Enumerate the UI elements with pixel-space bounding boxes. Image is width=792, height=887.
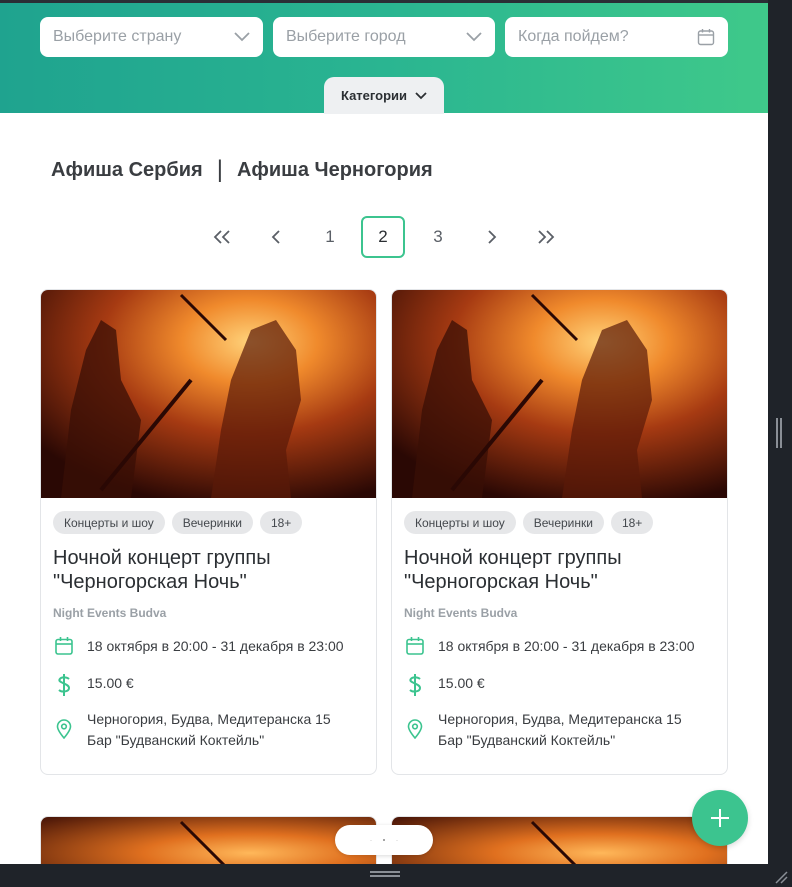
- event-address: Черногория, Будва, Медитеранска 15: [438, 711, 682, 727]
- chevron-down-icon: [466, 32, 482, 42]
- tag-concerts[interactable]: Концерты и шоу: [53, 511, 165, 534]
- page-viewport: Выберите страну Выберите город Когда пой…: [0, 0, 768, 864]
- event-price-text: 15.00 €: [438, 675, 485, 691]
- dollar-icon: [58, 674, 71, 696]
- date-picker-placeholder: Когда пойдем?: [518, 28, 629, 45]
- date-picker[interactable]: Когда пойдем?: [505, 17, 728, 57]
- prev-page-button[interactable]: [254, 216, 298, 258]
- afisha-separator: |: [216, 156, 223, 183]
- scroll-indicator-pill[interactable]: [335, 825, 433, 855]
- afisha-links: Афиша Сербия | Афиша Черногория: [51, 156, 433, 184]
- afisha-serbia-link[interactable]: Афиша Сербия: [51, 159, 203, 182]
- chevron-left-icon: [271, 230, 280, 244]
- event-price: 15.00 €: [53, 673, 134, 697]
- vertical-resize-handle[interactable]: [776, 418, 782, 448]
- resize-corner-icon[interactable]: [774, 870, 788, 884]
- page-2-button-current[interactable]: 2: [361, 216, 405, 258]
- city-select-placeholder: Выберите город: [286, 28, 406, 45]
- tag-parties[interactable]: Вечеринки: [171, 511, 253, 534]
- chevron-down-icon: [234, 32, 250, 42]
- event-dates: 18 октября в 20:00 - 31 декабря в 23:00: [53, 636, 344, 657]
- tag-age[interactable]: 18+: [610, 511, 654, 534]
- concert-photo: [392, 817, 727, 864]
- double-chevron-right-icon: [538, 230, 555, 244]
- calendar-icon: [55, 637, 73, 655]
- page-1-button[interactable]: 1: [308, 216, 352, 258]
- event-card-partial[interactable]: [391, 816, 728, 864]
- event-card[interactable]: Концерты и шоу Вечеринки 18+ Ночной конц…: [40, 289, 377, 775]
- location-pin-icon: [56, 719, 72, 739]
- categories-label: Категории: [340, 88, 408, 103]
- tag-concerts[interactable]: Концерты и шоу: [404, 511, 516, 534]
- concert-photo: [392, 290, 727, 498]
- event-tags: Концерты и шоу Вечеринки 18+: [404, 511, 654, 534]
- event-title[interactable]: Ночной концерт группы "Черногорская Ночь…: [404, 546, 714, 594]
- afisha-montenegro-link[interactable]: Афиша Черногория: [237, 159, 433, 182]
- categories-toggle[interactable]: Категории: [324, 77, 444, 114]
- event-venue: Бар "Будванский Коктейль": [87, 732, 265, 748]
- country-select[interactable]: Выберите страну: [40, 17, 263, 57]
- page-3-button[interactable]: 3: [416, 216, 460, 258]
- event-location: Черногория, Будва, Медитеранска 15 Бар "…: [53, 709, 331, 751]
- first-page-button[interactable]: [200, 216, 244, 258]
- filter-header: Выберите страну Выберите город Когда пой…: [0, 3, 768, 114]
- last-page-button[interactable]: [524, 216, 568, 258]
- event-venue: Бар "Будванский Коктейль": [438, 732, 616, 748]
- dollar-icon: [409, 674, 422, 696]
- event-price: 15.00 €: [404, 673, 485, 697]
- event-tags: Концерты и шоу Вечеринки 18+: [53, 511, 303, 534]
- event-organizer: Night Events Budva: [404, 606, 518, 620]
- event-card-partial[interactable]: [40, 816, 377, 864]
- city-select[interactable]: Выберите город: [273, 17, 495, 57]
- dots-icon: [370, 839, 398, 841]
- chevron-down-icon: [415, 91, 427, 99]
- event-organizer: Night Events Budva: [53, 606, 167, 620]
- concert-photo: [41, 817, 376, 864]
- event-dates-text: 18 октября в 20:00 - 31 декабря в 23:00: [438, 638, 695, 654]
- event-dates: 18 октября в 20:00 - 31 декабря в 23:00: [404, 636, 695, 657]
- calendar-icon: [697, 29, 715, 46]
- add-event-button[interactable]: [692, 790, 748, 846]
- event-price-text: 15.00 €: [87, 675, 134, 691]
- next-page-button[interactable]: [470, 216, 514, 258]
- event-address: Черногория, Будва, Медитеранска 15: [87, 711, 331, 727]
- tag-age[interactable]: 18+: [259, 511, 303, 534]
- tag-parties[interactable]: Вечеринки: [522, 511, 604, 534]
- double-chevron-left-icon: [213, 230, 230, 244]
- country-select-placeholder: Выберите страну: [53, 28, 182, 45]
- event-dates-text: 18 октября в 20:00 - 31 декабря в 23:00: [87, 638, 344, 654]
- location-pin-icon: [407, 719, 423, 739]
- event-location: Черногория, Будва, Медитеранска 15 Бар "…: [404, 709, 682, 751]
- horizontal-resize-handle[interactable]: [370, 871, 400, 877]
- browser-frame: Выберите страну Выберите город Когда пой…: [0, 0, 792, 887]
- concert-photo: [41, 290, 376, 498]
- event-card[interactable]: Концерты и шоу Вечеринки 18+ Ночной конц…: [391, 289, 728, 775]
- chevron-right-icon: [488, 230, 497, 244]
- plus-icon: [711, 809, 729, 827]
- event-title[interactable]: Ночной концерт группы "Черногорская Ночь…: [53, 546, 363, 594]
- calendar-icon: [406, 637, 424, 655]
